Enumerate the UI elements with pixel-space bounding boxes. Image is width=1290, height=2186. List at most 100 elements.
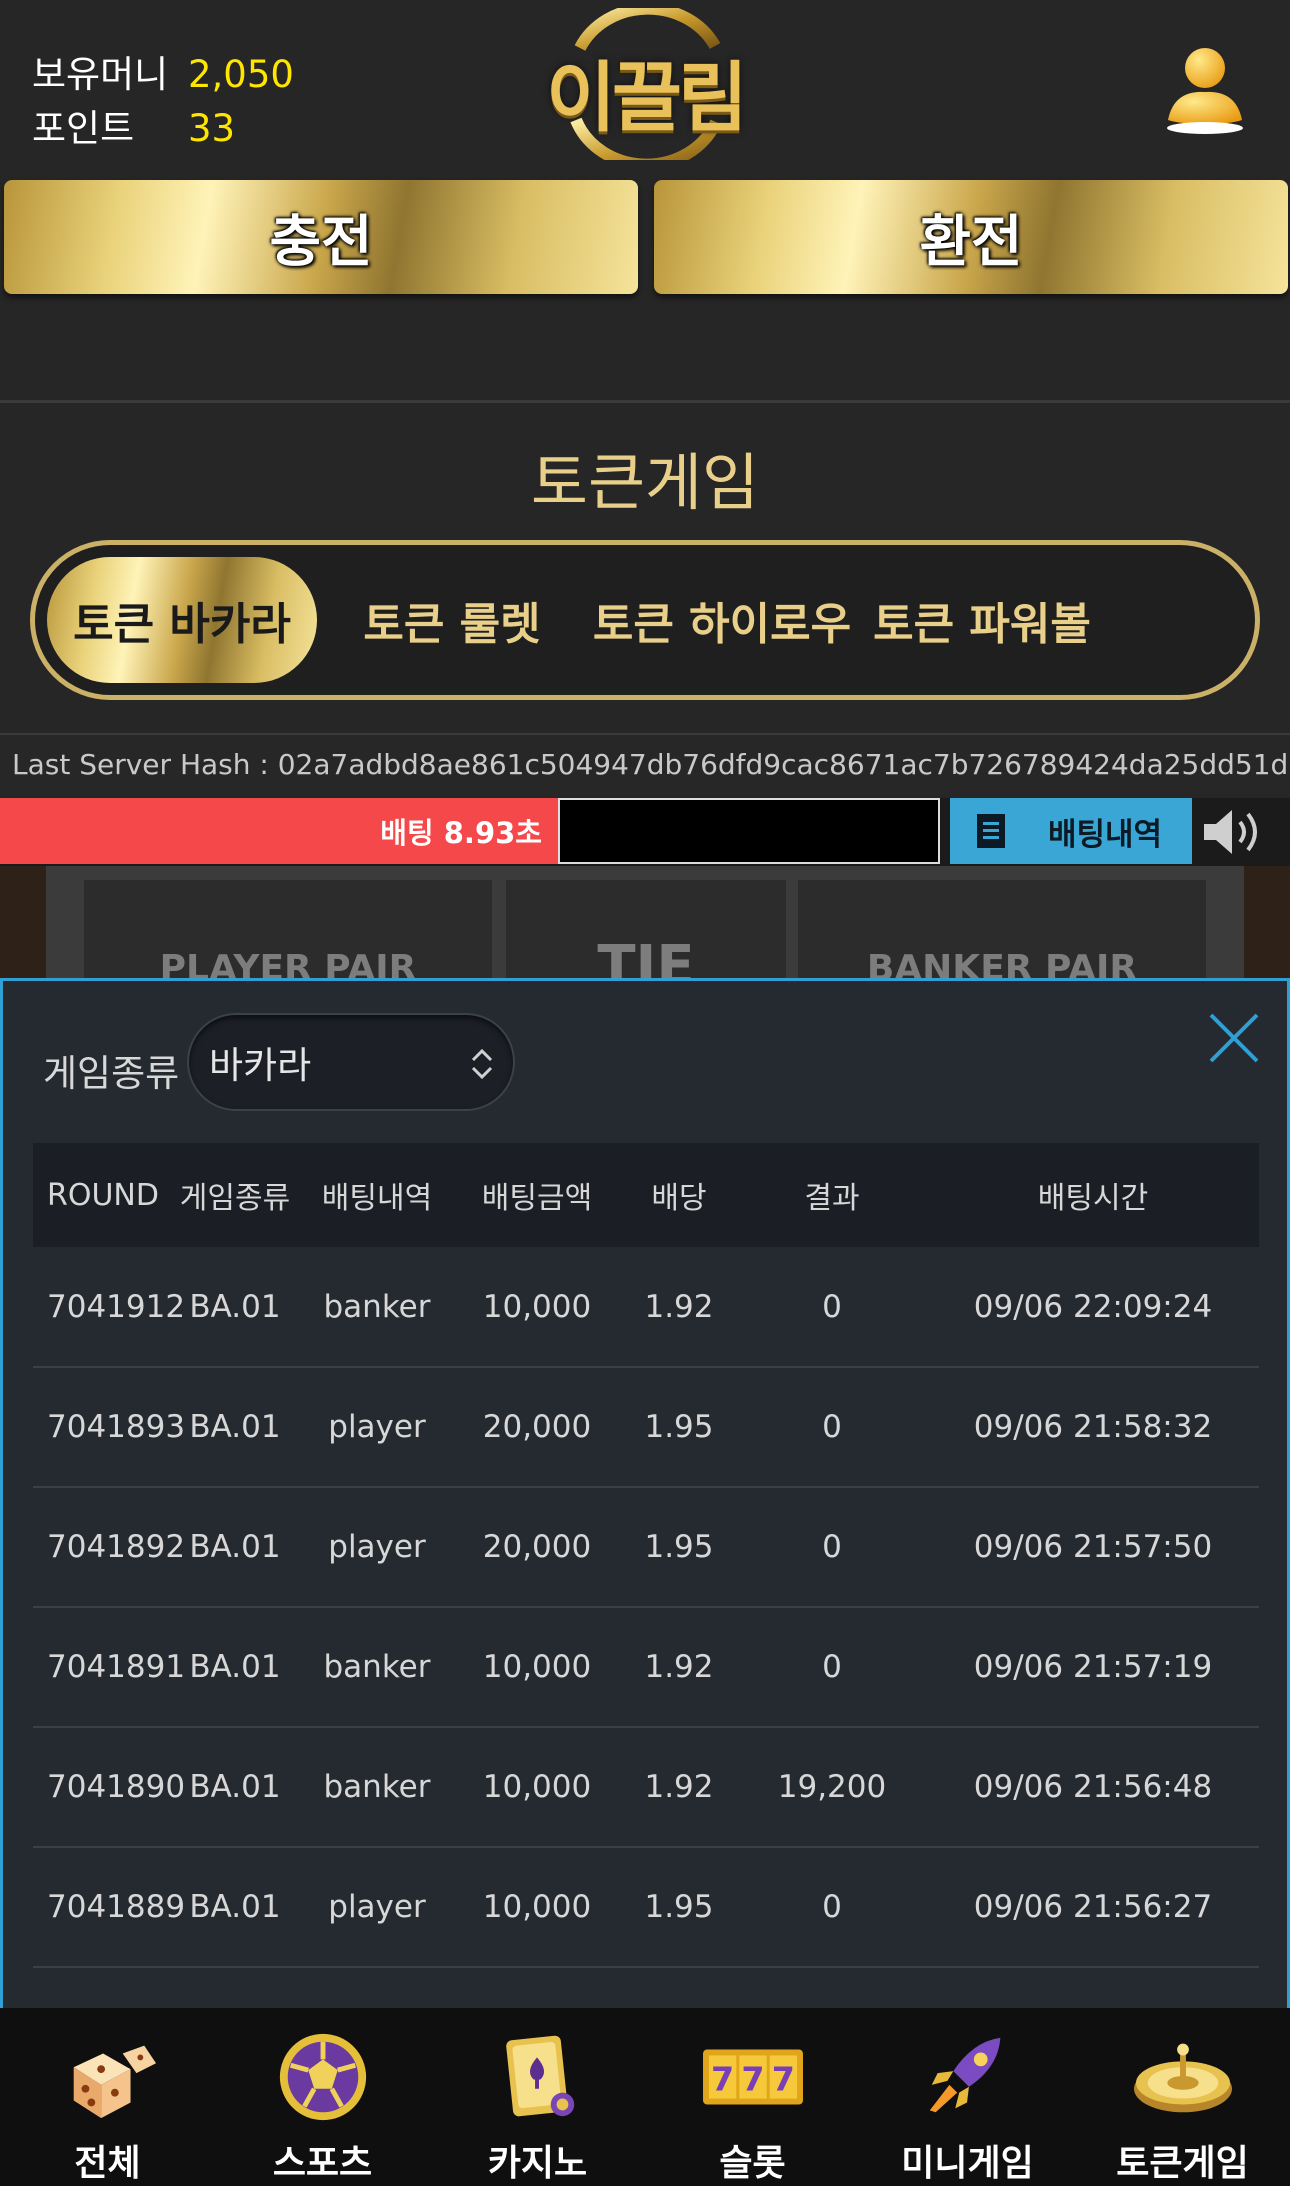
banker-pair-cell[interactable]: BANKER PAIR [798, 880, 1206, 980]
document-icon [977, 814, 1005, 848]
wallet-money-row: 보유머니 2,050 [32, 48, 294, 102]
game-type-cell: BA.01 [169, 1847, 301, 1968]
odds-cell: 1.92 [621, 1247, 737, 1368]
col-result: 결과 [737, 1143, 927, 1247]
game-type-cell: BA.01 [169, 1607, 301, 1728]
result-cell: 0 [737, 1607, 927, 1728]
result-cell: 19,200 [737, 1727, 927, 1848]
odds-cell: 1.92 [621, 1727, 737, 1848]
server-hash: Last Server Hash : 02a7adbd8ae861c504947… [0, 733, 1290, 795]
roulette-icon [1133, 2043, 1232, 2113]
table-row: 7041891 BA.01 banker 10,000 1.92 0 09/06… [33, 1607, 1259, 1728]
bet-amount-cell: 10,000 [453, 1847, 621, 1968]
speaker-icon[interactable] [1198, 804, 1268, 860]
result-cell: 0 [737, 1247, 927, 1368]
user-profile-icon[interactable] [1160, 44, 1250, 136]
odds-cell: 1.92 [621, 1607, 737, 1728]
rocket-icon [929, 2037, 1000, 2113]
bet-detail-cell: player [301, 1847, 453, 1968]
bet-time-cell: 09/06 21:56:27 [927, 1847, 1259, 1968]
charge-button[interactable]: 충전 [4, 180, 638, 294]
wallet-points-row: 포인트 33 [32, 102, 294, 156]
nav-item-token-game[interactable]: 토큰게임 [1075, 2008, 1290, 2186]
tab-token-powerball[interactable]: 토큰 파워볼 [847, 557, 1117, 683]
game-type-cell: BA.01 [169, 1367, 301, 1488]
points-value: 33 [188, 107, 236, 150]
nav-item-slot[interactable]: 7 7 7 슬롯 [645, 2008, 860, 2186]
nav-label-sports: 스포츠 [272, 2143, 373, 2184]
select-updown-icon [471, 1048, 493, 1080]
nav-item-casino[interactable]: 카지노 [430, 2008, 645, 2186]
result-display [558, 798, 940, 864]
tab-token-hilo[interactable]: 토큰 하이로우 [587, 557, 857, 683]
section-divider [0, 400, 1290, 403]
svg-text:7: 7 [741, 2060, 764, 2099]
nav-label-minigame: 미니게임 [901, 2143, 1034, 2184]
nav-label-all: 전체 [74, 2143, 141, 2184]
nav-item-sports[interactable]: 스포츠 [215, 2008, 430, 2186]
betting-history-table: ROUND 게임종류 배팅내역 배팅금액 배당 결과 배팅시간 7041912 … [33, 1143, 1259, 1968]
money-label: 보유머니 [32, 53, 169, 96]
nav-item-all[interactable]: 전체 [0, 2008, 215, 2186]
baccarat-board: PLAYER PAIR TIE BANKER PAIR [0, 866, 1290, 980]
round-cell: 7041892 [33, 1487, 185, 1608]
col-bet-time: 배팅시간 [927, 1143, 1259, 1247]
game-type-cell: BA.01 [169, 1487, 301, 1608]
close-icon[interactable] [1207, 1011, 1261, 1065]
token-game-tabs: 토큰 바카라 토큰 룰렛 토큰 하이로우 토큰 파워볼 [30, 540, 1260, 700]
round-cell: 7041893 [33, 1367, 185, 1488]
nav-label-slot: 슬롯 [719, 2143, 786, 2184]
betting-history-modal: 게임종류 바카라 ROUND 게임종류 배팅내역 배팅금액 배당 결과 배팅시간 [0, 978, 1290, 2008]
wallet-info: 보유머니 2,050 포인트 33 [32, 48, 294, 156]
table-row: 7041912 BA.01 banker 10,000 1.92 0 09/06… [33, 1247, 1259, 1368]
tie-cell[interactable]: TIE [506, 880, 786, 980]
bet-amount-cell: 20,000 [453, 1367, 621, 1488]
header: 보유머니 2,050 포인트 33 이끌림 [0, 0, 1290, 171]
odds-cell: 1.95 [621, 1847, 737, 1968]
col-game-type: 게임종류 [169, 1143, 301, 1247]
nav-item-minigame[interactable]: 미니게임 [860, 2008, 1075, 2186]
bet-detail-cell: player [301, 1367, 453, 1488]
bet-detail-cell: banker [301, 1607, 453, 1728]
exchange-button[interactable]: 환전 [654, 180, 1288, 294]
round-cell: 7041889 [33, 1847, 185, 1968]
result-cell: 0 [737, 1367, 927, 1488]
round-cell: 7041890 [33, 1727, 185, 1848]
soccer-ball-icon [279, 2033, 366, 2121]
tab-token-roulette[interactable]: 토큰 룰렛 [317, 557, 587, 683]
betting-history-button[interactable]: 배팅내역 [950, 798, 1192, 864]
col-odds: 배당 [621, 1143, 737, 1247]
bet-time-cell: 09/06 21:57:50 [927, 1487, 1259, 1608]
table-header-row: ROUND 게임종류 배팅내역 배팅금액 배당 결과 배팅시간 [33, 1143, 1259, 1247]
col-bet-amount: 배팅금액 [453, 1143, 621, 1247]
bet-amount-cell: 10,000 [453, 1607, 621, 1728]
round-cell: 7041891 [33, 1607, 185, 1728]
result-cell: 0 [737, 1487, 927, 1608]
tab-token-baccarat[interactable]: 토큰 바카라 [47, 557, 317, 683]
board-inner: PLAYER PAIR TIE BANKER PAIR [46, 866, 1244, 980]
game-type-value: 바카라 [209, 1044, 312, 1087]
table-row: 7041889 BA.01 player 10,000 1.95 0 09/06… [33, 1847, 1259, 1968]
bet-time-cell: 09/06 22:09:24 [927, 1247, 1259, 1368]
bet-detail-cell: banker [301, 1727, 453, 1848]
game-type-cell: BA.01 [169, 1247, 301, 1368]
odds-cell: 1.95 [621, 1487, 737, 1608]
table-row: 7041892 BA.01 player 20,000 1.95 0 09/06… [33, 1487, 1259, 1608]
money-value: 2,050 [188, 53, 294, 96]
nav-label-token-game: 토큰게임 [1116, 2143, 1249, 2184]
dice-icon [73, 2045, 156, 2119]
col-bet-detail: 배팅내역 [301, 1143, 453, 1247]
slot-777-icon: 7 7 7 [702, 2049, 803, 2105]
logo-text: 이끌림 [546, 53, 748, 142]
bet-amount-cell: 10,000 [453, 1727, 621, 1848]
bet-detail-cell: player [301, 1487, 453, 1608]
player-pair-cell[interactable]: PLAYER PAIR [84, 880, 492, 980]
bet-detail-cell: banker [301, 1247, 453, 1368]
odds-cell: 1.95 [621, 1367, 737, 1488]
bet-time-cell: 09/06 21:56:48 [927, 1727, 1259, 1848]
bottom-nav: 전체 스포츠 카지노 7 7 7 슬롯 미니게임 토큰게임 [0, 2008, 1290, 2186]
game-type-select[interactable]: 바카라 [187, 1013, 515, 1111]
svg-text:7: 7 [771, 2060, 794, 2099]
table-row: 7041893 BA.01 player 20,000 1.95 0 09/06… [33, 1367, 1259, 1488]
site-logo[interactable]: 이끌림 [540, 2, 750, 171]
